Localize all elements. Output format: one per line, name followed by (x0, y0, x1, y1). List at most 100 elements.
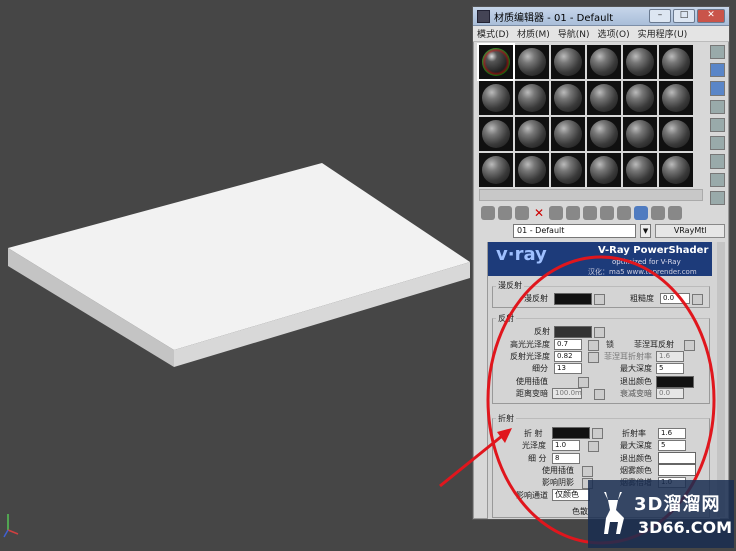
lock-button[interactable]: 锁 (606, 339, 614, 350)
sample-slot[interactable] (551, 81, 585, 115)
options-icon[interactable] (709, 154, 725, 169)
sample-slot[interactable] (551, 153, 585, 187)
fog-color-swatch[interactable] (658, 464, 696, 476)
show-end-result-icon[interactable] (634, 206, 648, 220)
affect-channels-select[interactable]: 仅颜色 (552, 489, 590, 501)
uv-tiling-icon[interactable] (709, 99, 725, 114)
material-editor-window: 材质编辑器 - 01 - Default – □ ✕ 模式(D) 材质(M) 导… (472, 6, 730, 520)
refr-subdivs-input[interactable]: 8 (552, 453, 580, 464)
maximize-button[interactable]: □ (673, 9, 695, 23)
minimize-button[interactable]: – (649, 9, 671, 23)
refl-interp-checkbox[interactable] (578, 377, 589, 388)
reflect-color-swatch[interactable] (554, 326, 592, 338)
sample-slot[interactable] (587, 45, 621, 79)
fresnel-label: 菲涅耳反射 (634, 340, 674, 349)
sample-slot[interactable] (515, 153, 549, 187)
material-name-field[interactable]: 01 - Default (513, 224, 636, 238)
close-button[interactable]: ✕ (697, 9, 725, 23)
refr-gloss-spinner[interactable] (588, 441, 599, 452)
material-type-button[interactable]: VRayMtl (655, 224, 725, 238)
sample-slot[interactable] (587, 153, 621, 187)
refr-gloss-input[interactable]: 1.0 (552, 440, 580, 451)
put-to-scene-icon[interactable] (498, 206, 512, 220)
sample-slot[interactable] (659, 153, 693, 187)
go-to-parent-icon[interactable] (651, 206, 665, 220)
sample-slot[interactable] (659, 81, 693, 115)
sample-slot[interactable] (659, 117, 693, 151)
sample-slot[interactable] (623, 81, 657, 115)
menu-utilities[interactable]: 实用程序(U) (634, 27, 692, 40)
select-by-material-icon[interactable] (709, 172, 725, 187)
refl-subdivs-input[interactable]: 13 (554, 363, 582, 374)
refr-max-depth-input[interactable]: 5 (658, 440, 686, 451)
title-bar[interactable]: 材质编辑器 - 01 - Default – □ ✕ (473, 7, 729, 26)
fresnel-ior-input[interactable]: 1.6 (656, 351, 684, 362)
hilight-gloss-spinner[interactable] (588, 340, 599, 351)
slots-scrollbar[interactable] (479, 189, 703, 201)
show-map-icon[interactable] (617, 206, 631, 220)
put-to-library-icon[interactable] (583, 206, 597, 220)
reflect-map-button[interactable] (594, 327, 605, 338)
chevron-down-icon[interactable]: ▼ (639, 224, 652, 238)
sample-slot[interactable] (479, 153, 513, 187)
sample-slots (477, 43, 701, 195)
sample-slot[interactable] (515, 45, 549, 79)
material-navigator-icon[interactable] (709, 190, 725, 205)
sample-slot[interactable] (477, 43, 515, 81)
make-copy-icon[interactable] (549, 206, 563, 220)
assign-to-selection-icon[interactable] (515, 206, 529, 220)
bottom-toolbar: ✕ (481, 205, 721, 221)
sample-slot[interactable] (659, 45, 693, 79)
refract-color-swatch[interactable] (552, 427, 590, 439)
sample-slot[interactable] (587, 117, 621, 151)
sample-slot[interactable] (587, 81, 621, 115)
hilight-gloss-input[interactable]: 0.7 (554, 339, 582, 350)
sample-slot[interactable] (623, 45, 657, 79)
sample-slot[interactable] (479, 81, 513, 115)
sample-slot[interactable] (623, 117, 657, 151)
diffuse-map-button[interactable] (594, 294, 605, 305)
sample-slot[interactable] (515, 81, 549, 115)
refr-interp-checkbox[interactable] (582, 466, 593, 477)
sample-slot[interactable] (551, 117, 585, 151)
backlight-icon[interactable] (709, 63, 725, 78)
diffuse-color-swatch[interactable] (554, 293, 592, 305)
dim-distance-checkbox[interactable] (594, 389, 605, 400)
video-color-icon[interactable] (709, 117, 725, 133)
sample-slot[interactable] (515, 117, 549, 151)
deer-logo-icon (604, 492, 624, 534)
roughness-map-button[interactable] (692, 294, 703, 305)
sample-slot[interactable] (551, 45, 585, 79)
sample-slot[interactable] (623, 153, 657, 187)
dim-distance-input[interactable]: 100.0m (552, 388, 582, 399)
menu-navigation[interactable]: 导航(N) (554, 27, 594, 40)
ior-input[interactable]: 1.6 (658, 428, 686, 439)
parameters-scrollbar[interactable] (717, 242, 725, 517)
refl-max-depth-input[interactable]: 5 (656, 363, 684, 374)
go-forward-icon[interactable] (668, 206, 682, 220)
refr-exit-color-swatch[interactable] (658, 452, 696, 464)
material-id-icon[interactable] (600, 206, 614, 220)
refl-gloss-input[interactable]: 0.82 (554, 351, 582, 362)
refract-map-button[interactable] (592, 428, 603, 439)
sample-type-icon[interactable] (709, 45, 725, 60)
roughness-input[interactable]: 0.0 (660, 293, 690, 304)
get-material-icon[interactable] (481, 206, 495, 220)
affect-shadows-label: 影响阴影 (542, 478, 574, 487)
refr-gloss-label: 光泽度 (522, 441, 546, 450)
make-unique-icon[interactable] (566, 206, 580, 220)
menu-material[interactable]: 材质(M) (513, 27, 554, 40)
refr-subdivs-label: 细 分 (528, 454, 547, 463)
reflection-group-title: 反射 (496, 313, 516, 324)
menu-options[interactable]: 选项(O) (594, 27, 634, 40)
dim-falloff-input[interactable]: 0.0 (656, 388, 684, 399)
background-icon[interactable] (709, 81, 725, 96)
fresnel-checkbox[interactable] (684, 340, 695, 351)
reset-map-icon[interactable]: ✕ (532, 206, 546, 220)
make-preview-icon[interactable] (709, 136, 725, 151)
vray-logo: v·ray (496, 244, 547, 265)
refl-exit-color-swatch[interactable] (656, 376, 694, 388)
refl-gloss-spinner[interactable] (588, 352, 599, 363)
sample-slot[interactable] (479, 117, 513, 151)
menu-mode[interactable]: 模式(D) (473, 27, 513, 40)
